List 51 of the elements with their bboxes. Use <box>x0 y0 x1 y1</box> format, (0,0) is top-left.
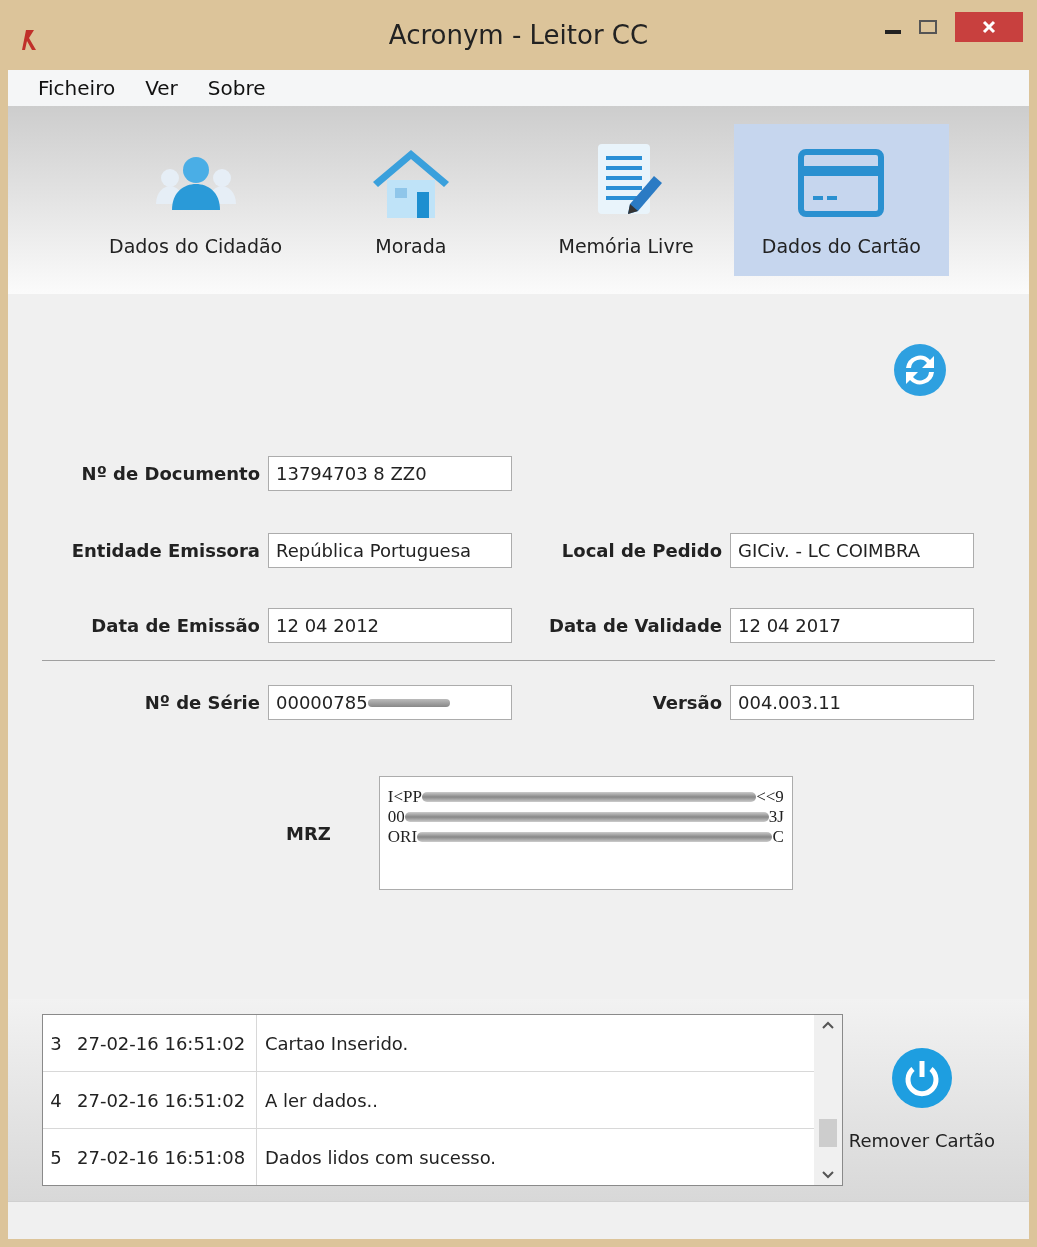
scroll-up-icon[interactable] <box>821 1021 834 1029</box>
table-cell-text: A ler dados.. <box>264 1088 378 1113</box>
app-icon <box>20 28 38 50</box>
remove-card-button[interactable]: Remover Cartão <box>848 1046 995 1154</box>
scroll-down-icon[interactable] <box>821 1171 834 1179</box>
field-label: Data de Validade <box>547 614 722 638</box>
refresh-icon[interactable] <box>892 342 948 398</box>
mrz-text: C <box>772 827 784 847</box>
mrz-text: 00 <box>387 807 405 827</box>
table-cell-text: Dados lidos com sucesso. <box>264 1145 497 1170</box>
serial-number-field[interactable]: 00000785 <box>268 685 512 720</box>
field-label: Nº de Documento <box>80 462 260 486</box>
field-label: Local de Pedido <box>560 539 722 563</box>
tab[interactable]: Morada <box>303 124 519 276</box>
mrz-text: 3J <box>768 807 784 827</box>
table-cell: 27-02-16 16:51:02 <box>69 1015 257 1071</box>
menu-item[interactable]: Ver <box>145 73 178 103</box>
power-icon <box>890 1046 953 1109</box>
field-label: Nº de Série <box>143 691 260 715</box>
tab[interactable]: Memória Livre <box>518 124 734 276</box>
field-label: Data de Emissão <box>90 614 260 638</box>
table-cell: 27-02-16 16:51:02 <box>69 1072 257 1128</box>
table-cell-text: 5 <box>49 1145 63 1170</box>
close-button[interactable] <box>955 12 1023 42</box>
version-field[interactable]: 004.003.11 <box>730 685 974 720</box>
window-title: Acronym - Leitor CC <box>388 18 649 52</box>
expiry-date-field[interactable]: 12 04 2017 <box>730 608 974 643</box>
scrollbar[interactable] <box>813 1015 842 1185</box>
field-label: MRZ <box>286 821 331 846</box>
card-icon <box>797 147 886 218</box>
table-cell: 27-02-16 16:51:08 <box>69 1129 257 1185</box>
close-icon <box>982 20 996 34</box>
mrz-text: ORI <box>387 827 418 847</box>
scroll-thumb[interactable] <box>818 1119 837 1147</box>
table-cell-text: 4 <box>49 1088 63 1113</box>
table-cell-text: Cartao Inserido. <box>264 1031 409 1056</box>
mrz-text: I<PP <box>387 787 422 807</box>
field-label: Entidade Emissora <box>70 539 260 563</box>
tab[interactable]: Dados do Cartão <box>733 124 949 276</box>
field-label: Versão <box>651 691 722 715</box>
mrz-text: <<9 <box>756 787 784 807</box>
issuer-field[interactable]: República Portuguesa <box>268 533 512 568</box>
menu-item[interactable]: Ficheiro <box>38 73 116 103</box>
issue-date-field[interactable]: 12 04 2012 <box>268 608 512 643</box>
menu-item[interactable]: Sobre <box>207 73 266 103</box>
table-cell-text: 3 <box>49 1031 63 1056</box>
document-number-field[interactable]: 13794703 8 ZZ0 <box>268 456 512 491</box>
maximize-button[interactable] <box>919 20 937 34</box>
request-location-field[interactable]: GICiv. - LC COIMBRA <box>730 533 974 568</box>
tab[interactable]: Dados do Cidadão <box>88 124 304 276</box>
mrz-field[interactable]: I<PP <<9 00 3J ORI C <box>378 776 793 890</box>
